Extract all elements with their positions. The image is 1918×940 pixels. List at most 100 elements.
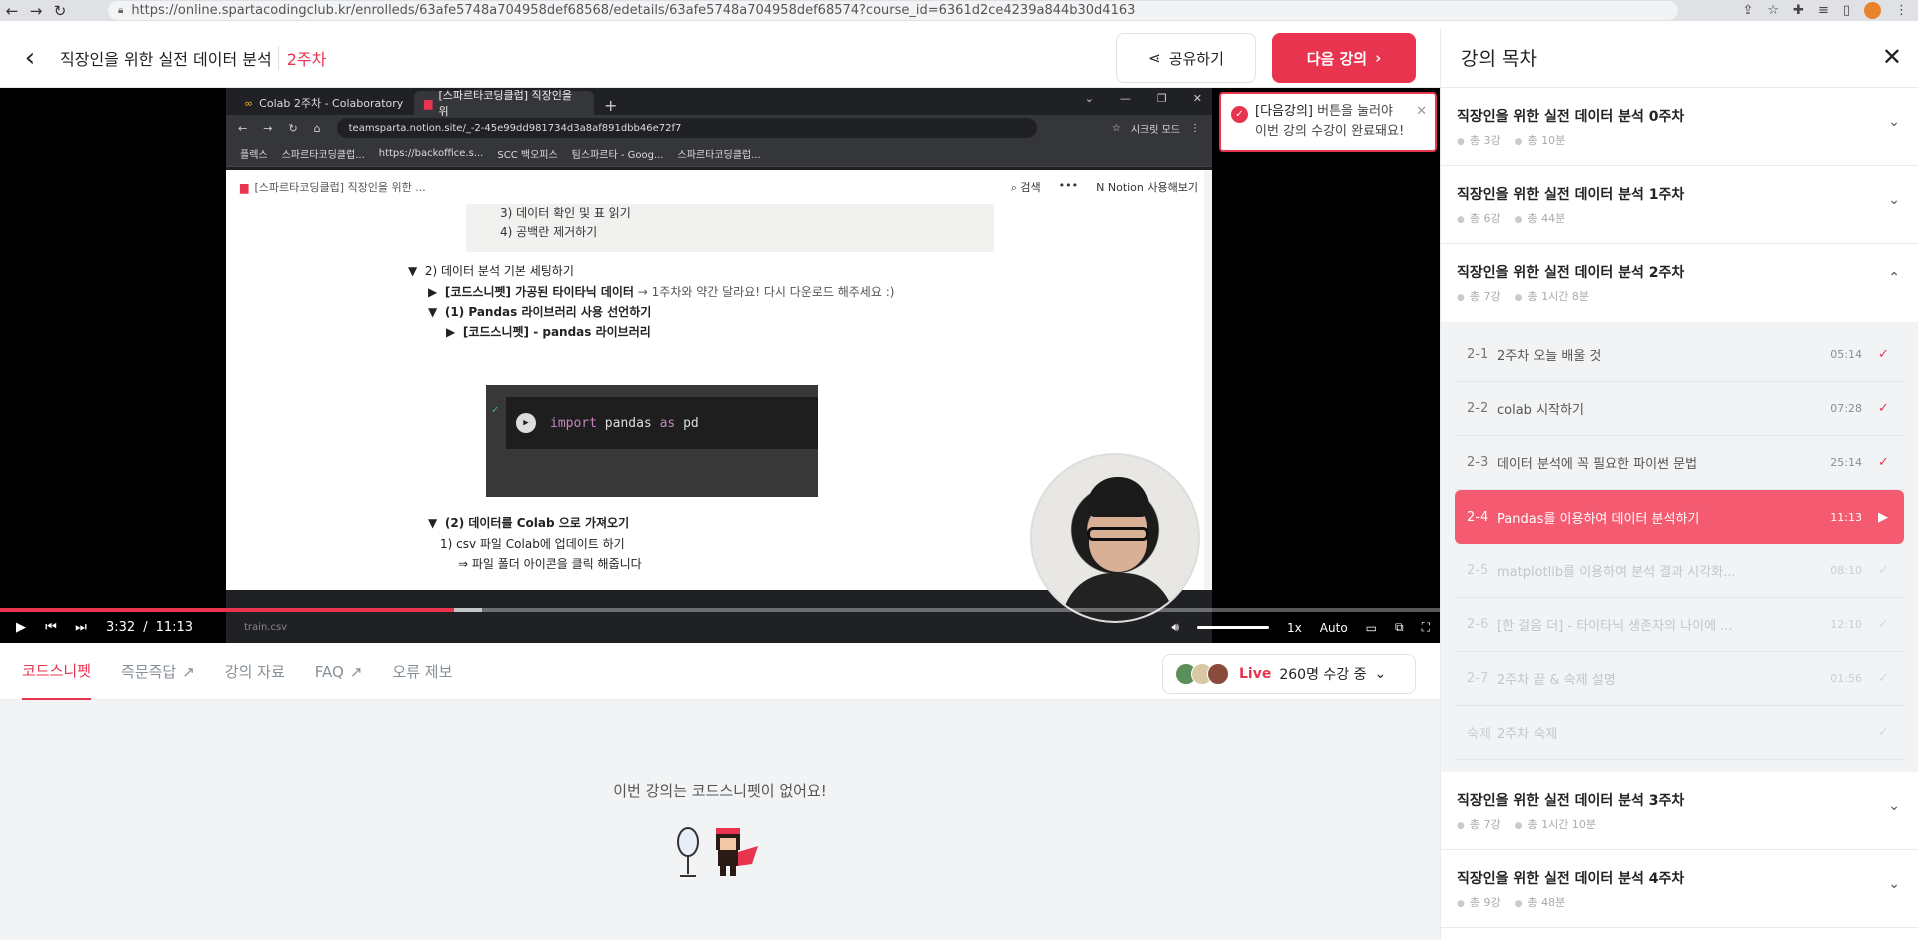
forward-arrow-icon[interactable]: →: [24, 0, 48, 21]
address-bar[interactable]: 🔒︎ https://online.spartacodingclub.kr/en…: [108, 1, 1678, 20]
check-icon: ✓: [1878, 671, 1889, 686]
cell-check-icon: ✓: [491, 405, 500, 416]
mascot-illustration: [677, 827, 758, 877]
next-icon[interactable]: ⏭: [66, 612, 96, 643]
next-lecture-toast: ✓ ✕ [다음강의] 버튼을 눌러야 이번 강의 수강이 완료돼요!: [1219, 92, 1437, 152]
frame-bookmark: 스파르타코딩클럽...: [677, 150, 761, 161]
live-badge: Live: [1239, 666, 1272, 682]
notion-gray-block: 3) 데이터 확인 및 표 읽기 4) 공백란 제거하기: [466, 204, 994, 252]
share-button[interactable]: ⋖ 공유하기: [1116, 33, 1256, 83]
share-page-icon[interactable]: ⇪: [1742, 3, 1753, 18]
frame-bookmark: 스파르타코딩클럽...: [281, 150, 365, 161]
chevron-down-icon: ⌄: [1888, 192, 1900, 208]
toast-highlight: [다음강의]: [1255, 104, 1313, 119]
reading-list-icon[interactable]: ≡: [1818, 3, 1829, 18]
tab-code-snippet[interactable]: 코드스니펫: [22, 644, 92, 700]
week-duration: 총 48분: [1515, 894, 1565, 910]
captions-icon[interactable]: ▭: [1366, 621, 1377, 635]
code-line: ▶ import pandas as pd: [506, 397, 818, 449]
toast-text: 이번 강의 수강이 완료돼요!: [1255, 124, 1405, 139]
play-icon[interactable]: ▶: [6, 612, 36, 643]
profile-avatar[interactable]: [1864, 2, 1881, 19]
side-panel-icon[interactable]: ▯: [1843, 3, 1850, 18]
notion-toggle: ▼ (1) Pandas 라이브러리 사용 선언하기: [428, 305, 652, 319]
bookmark-star-icon[interactable]: ☆: [1767, 3, 1779, 18]
picture-in-picture-icon[interactable]: ⧉: [1395, 620, 1404, 635]
back-arrow-icon[interactable]: ←: [0, 0, 24, 21]
lesson-item[interactable]: 2-6 [한 걸음 더] - 타이타닉 생존자의 나이에 ... 12:10 ✓: [1455, 598, 1904, 652]
tab-qna[interactable]: 즉문즉답 ↗: [121, 644, 195, 700]
lesson-item[interactable]: 2-1 2주차 오늘 배울 것 05:14 ✓: [1455, 328, 1904, 382]
lesson-number: 2-6: [1467, 617, 1489, 632]
lesson-number: 2-2: [1467, 401, 1489, 416]
sidebar-title: 강의 목차: [1441, 28, 1918, 88]
back-chevron-icon[interactable]: ‹: [0, 28, 60, 88]
week-duration: 총 1시간 10분: [1515, 816, 1595, 832]
run-cell-icon: ▶: [516, 413, 536, 433]
page-book-icon: ▆: [240, 180, 249, 194]
toast-close-icon[interactable]: ✕: [1416, 102, 1427, 122]
tab-error-report[interactable]: 오류 제보: [392, 644, 452, 700]
week-title: 직장인을 위한 실전 데이터 분석 0주차: [1457, 109, 1685, 125]
share-icon: ⋖: [1148, 49, 1161, 67]
viewer-avatars: [1175, 663, 1229, 685]
lesson-duration: 11:13: [1830, 510, 1862, 524]
week-item[interactable]: 직장인을 위한 실전 데이터 분석 1주차 총 6강 총 44분 ⌄: [1441, 166, 1918, 244]
lesson-number: 2-5: [1467, 563, 1489, 578]
close-icon[interactable]: ✕: [1882, 43, 1902, 71]
address-url: https://online.spartacodingclub.kr/enrol…: [131, 3, 1136, 18]
lesson-duration: 01:56: [1830, 672, 1862, 685]
lesson-title: 2주차 숙제: [1497, 727, 1558, 742]
extensions-icon[interactable]: ✚: [1793, 3, 1804, 18]
check-icon: ✓: [1878, 563, 1889, 578]
lock-icon: 🔒︎: [118, 5, 124, 16]
tab-materials[interactable]: 강의 자료: [225, 644, 285, 700]
browser-chrome: ← → ↻ 🔒︎ https://online.spartacodingclub…: [0, 0, 1918, 21]
course-title: 직장인을 위한 실전 데이터 분석: [60, 49, 272, 69]
more-dots-icon: •••: [1058, 179, 1079, 192]
empty-snippet-message: 이번 강의는 코드스니펫이 없어요!: [613, 782, 827, 800]
week-title: 직장인을 위한 실전 데이터 분석 2주차: [1457, 265, 1685, 281]
playback-speed[interactable]: 1x: [1287, 621, 1302, 635]
reload-icon[interactable]: ↻: [48, 0, 72, 21]
volume-icon[interactable]: 🔊︎: [1171, 620, 1179, 635]
week-lesson-count: 총 3강: [1457, 132, 1501, 148]
lesson-number: 2-4: [1467, 509, 1489, 525]
week-lesson-count: 총 7강: [1457, 288, 1501, 304]
chevron-down-icon: ⌄: [1888, 798, 1900, 814]
next-lecture-button[interactable]: 다음 강의 ›: [1272, 33, 1416, 83]
lesson-item[interactable]: 2-7 2주차 끝 & 숙제 설명 01:56 ✓: [1455, 652, 1904, 706]
week-item-expanded[interactable]: 직장인을 위한 실전 데이터 분석 2주차 총 7강 총 1시간 8분 ⌃: [1441, 244, 1918, 322]
chevron-down-icon: ⌄: [1888, 876, 1900, 892]
week-title: 직장인을 위한 실전 데이터 분석 3주차: [1457, 793, 1685, 809]
week-item[interactable]: 직장인을 위한 실전 데이터 분석 3주차 총 7강 총 1시간 10분 ⌄: [1441, 772, 1918, 850]
volume-slider[interactable]: [1197, 626, 1270, 629]
lesson-list: 2-1 2주차 오늘 배울 것 05:14 ✓ 2-2 colab 시작하기 07:28 ✓ 2…: [1441, 322, 1918, 772]
video-player[interactable]: ∞ Colab 2주차 - Colaboratory ▆ [스파르타코딩클럽] …: [0, 88, 1440, 643]
lesson-title: 2주차 끝 & 숙제 설명: [1497, 673, 1616, 688]
frame-new-tab-icon: +: [604, 96, 618, 115]
frame-window-controls: ⌄ — ❐ ✕: [1084, 92, 1202, 105]
previous-icon[interactable]: ⏮: [36, 612, 66, 643]
browser-menu-icon[interactable]: ⋮: [1895, 3, 1908, 18]
frame-tab-notion: ▆ [스파르타코딩클럽] 직장인을 위: [414, 89, 594, 118]
week-item[interactable]: 직장인을 위한 실전 데이터 분석 0주차 총 3강 총 10분 ⌄: [1441, 88, 1918, 166]
colab-logo-icon: ∞: [244, 96, 254, 110]
lesson-item-current[interactable]: 2-4 Pandas를 이용하여 데이터 분석하기 11:13 ▶: [1455, 490, 1904, 544]
week-lesson-count: 총 7강: [1457, 816, 1501, 832]
week-item[interactable]: 직장인을 위한 실전 데이터 분석 4주차 총 9강 총 48분 ⌄: [1441, 850, 1918, 928]
lesson-item[interactable]: 2-3 데이터 분석에 꼭 필요한 파이썬 문법 25:14 ✓: [1455, 436, 1904, 490]
lesson-title: Pandas를 이용하여 데이터 분석하기: [1497, 511, 1700, 527]
lesson-item[interactable]: 2-2 colab 시작하기 07:28 ✓: [1455, 382, 1904, 436]
chevron-right-icon: ›: [1375, 49, 1382, 67]
lesson-title: colab 시작하기: [1497, 403, 1584, 418]
fullscreen-icon[interactable]: ⛶: [1422, 620, 1430, 635]
quality-setting[interactable]: Auto: [1320, 621, 1348, 635]
live-viewers-dropdown[interactable]: Live 260명 수강 중 ⌄: [1162, 654, 1416, 694]
lesson-item[interactable]: 숙제 2주차 숙제 ✓: [1455, 706, 1904, 760]
chevron-up-icon: ⌃: [1888, 270, 1900, 286]
lesson-item[interactable]: 2-5 matplotlib를 이용하여 분석 결과 시각화... 08:10 ✓: [1455, 544, 1904, 598]
tab-faq[interactable]: FAQ ↗: [315, 644, 363, 700]
lesson-number: 2-1: [1467, 347, 1489, 362]
check-icon: ✓: [1878, 347, 1889, 362]
